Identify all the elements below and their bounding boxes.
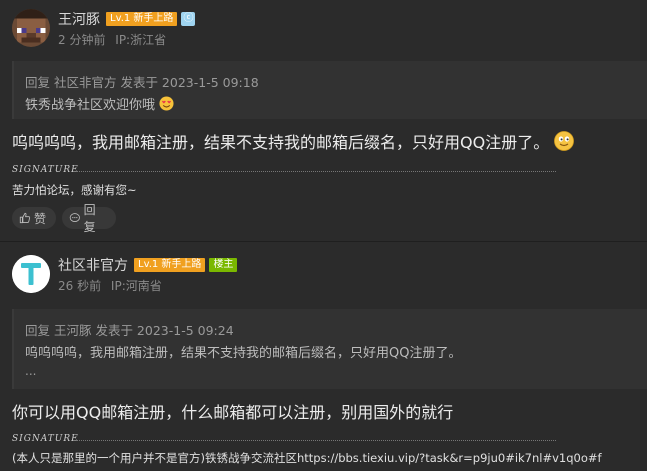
signature-text: 苦力怕论坛，感谢有您~ <box>12 183 137 197</box>
post-time: 2 分钟前 <box>58 33 106 47</box>
post-body: 你可以用QQ邮箱注册，什么邮箱都可以注册，别用国外的就行 <box>12 403 454 422</box>
op-badge: 楼主 <box>209 258 238 272</box>
author-row: 王河豚 Lv.1 新手上路 ⓒ <box>58 9 196 29</box>
user-avatar[interactable] <box>12 9 50 47</box>
thumbs-up-icon <box>19 212 31 224</box>
quote-text-content: 铁秀战争社区欢迎你哦 <box>25 98 156 113</box>
quote-header[interactable]: 回复 王河豚 发表于 2023-1-5 09:24 <box>25 320 234 339</box>
reply-button[interactable]: 回复 <box>62 203 116 234</box>
comment-icon <box>69 213 80 222</box>
level-badge: Lv.1 新手上路 <box>106 12 178 26</box>
smile-emoji-icon <box>554 131 575 151</box>
post-ip: IP:浙江省 <box>115 33 167 47</box>
reply-label: 回复 <box>83 203 96 234</box>
quote-ellipsis: ... <box>25 364 37 378</box>
post-body-text: 呜呜呜呜，我用邮箱注册，结果不支持我的邮箱后缀名，只好用QQ注册了。 <box>12 133 550 152</box>
post-time: 26 秒前 <box>58 279 102 293</box>
signature-divider <box>76 440 556 441</box>
quote-header[interactable]: 回复 社区非官方 发表于 2023-1-5 09:18 <box>25 72 259 91</box>
author-row: 社区非官方 Lv.1 新手上路 楼主 <box>58 255 238 275</box>
author-name[interactable]: 社区非官方 <box>58 255 128 275</box>
level-badge: Lv.1 新手上路 <box>134 258 206 272</box>
signature-label: SIGNATURE <box>12 165 79 175</box>
quote-text: 铁秀战争社区欢迎你哦 <box>25 94 174 113</box>
post-body: 呜呜呜呜，我用邮箱注册，结果不支持我的邮箱后缀名，只好用QQ注册了。 <box>12 129 575 153</box>
quote-block: 回复 社区非官方 发表于 2023-1-5 09:18 铁秀战争社区欢迎你哦 <box>12 61 647 119</box>
post-meta: 26 秒前 IP:河南省 <box>58 277 162 294</box>
post-ip: IP:河南省 <box>110 279 162 293</box>
quote-text: 呜呜呜呜，我用邮箱注册，结果不支持我的邮箱后缀名，只好用QQ注册了。 <box>25 346 462 361</box>
signature-label: SIGNATURE <box>12 434 79 444</box>
post-meta: 2 分钟前 IP:浙江省 <box>58 31 166 48</box>
reply-post: 王河豚 Lv.1 新手上路 ⓒ 2 分钟前 IP:浙江省 回复 社区非官方 发表… <box>0 0 647 242</box>
signature-text[interactable]: (本人只是那里的一个用户并不是官方)铁锈战争交流社区https://bbs.ti… <box>12 450 602 466</box>
like-label: 赞 <box>34 211 47 226</box>
author-name[interactable]: 王河豚 <box>58 9 100 29</box>
like-button[interactable]: 赞 <box>12 207 56 229</box>
verified-icon: ⓒ <box>181 12 196 26</box>
signature-divider <box>76 171 556 172</box>
heart-eyes-emoji-icon <box>159 96 174 111</box>
reply-post: 社区非官方 Lv.1 新手上路 楼主 26 秒前 IP:河南省 回复 王河豚 发… <box>0 243 647 471</box>
quote-block: 回复 王河豚 发表于 2023-1-5 09:24 呜呜呜呜，我用邮箱注册，结果… <box>12 309 647 389</box>
user-avatar[interactable] <box>12 255 50 293</box>
